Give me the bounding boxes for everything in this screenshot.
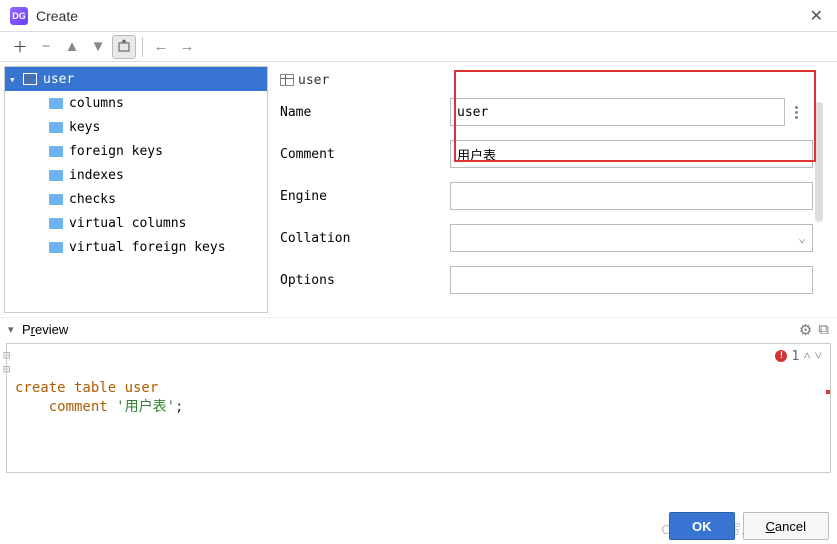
tree-item-virtual-columns[interactable]: virtual columns [5, 211, 267, 235]
folder-icon [49, 98, 63, 109]
tree-item-virtual-foreign-keys[interactable]: virtual foreign keys [5, 235, 267, 259]
label-comment: Comment [280, 147, 450, 162]
tree-item-label: checks [69, 192, 116, 207]
gutter-collapse-icon[interactable]: ⊟⊟ [3, 348, 10, 376]
tree-root-label: user [43, 72, 74, 87]
tree-pane: ▾ user columns keys foreign keys indexes che… [4, 66, 268, 313]
close-icon[interactable]: ✕ [806, 6, 827, 26]
folder-icon [49, 194, 63, 205]
tab-label: user [298, 73, 329, 88]
error-indicator[interactable]: ! 1 ˄ ˅ [775, 348, 822, 364]
table-icon [280, 74, 294, 86]
label-options: Options [280, 273, 450, 288]
titlebar: DG Create ✕ [0, 0, 837, 32]
folder-icon [49, 122, 63, 133]
label-collation: Collation [280, 231, 450, 246]
preview-label[interactable]: Preview [22, 322, 68, 337]
form: Name Comment Engine Collation ⌄ Options [280, 98, 813, 294]
error-count: 1 [791, 349, 799, 364]
footer: OK Cancel [669, 512, 829, 540]
folder-icon [49, 170, 63, 181]
preview-header: ▾ Preview ⚙ ⧉ [0, 317, 837, 341]
tree-item-label: virtual foreign keys [69, 240, 226, 255]
back-button[interactable]: ← [149, 35, 173, 59]
collation-select[interactable]: ⌄ [450, 224, 813, 252]
error-stripe[interactable] [826, 390, 830, 394]
tree-item-checks[interactable]: checks [5, 187, 267, 211]
tree-item-label: virtual columns [69, 216, 186, 231]
tree-item-label: indexes [69, 168, 124, 183]
tree-root-user[interactable]: ▾ user [5, 67, 267, 91]
window-title: Create [36, 8, 806, 24]
scrollbar[interactable] [815, 102, 823, 222]
expand-button[interactable] [112, 35, 136, 59]
up-button[interactable]: ▲ [60, 35, 84, 59]
prev-error-icon[interactable]: ˄ [803, 348, 810, 364]
tree-item-keys[interactable]: keys [5, 115, 267, 139]
down-button[interactable]: ▼ [86, 35, 110, 59]
form-pane: user Name Comment Engine Collation ⌄ Opt… [272, 62, 837, 317]
name-input[interactable] [450, 98, 785, 126]
sql-editor[interactable]: ⊟⊟ create table user comment '用户表'; ! 1 … [6, 343, 831, 473]
tree-item-label: columns [69, 96, 124, 111]
chevron-down-icon: ⌄ [798, 231, 806, 246]
ok-button[interactable]: OK [669, 512, 735, 540]
main-split: ▾ user columns keys foreign keys indexes che… [0, 62, 837, 317]
engine-input[interactable] [450, 182, 813, 210]
forward-button[interactable]: → [175, 35, 199, 59]
add-button[interactable]: ＋ [8, 35, 32, 59]
folder-icon [49, 242, 63, 253]
remove-button[interactable]: − [34, 35, 58, 59]
cancel-button[interactable]: Cancel [743, 512, 829, 540]
tree-item-label: foreign keys [69, 144, 163, 159]
label-name: Name [280, 105, 450, 120]
popout-icon[interactable]: ⧉ [818, 321, 829, 339]
gear-icon[interactable]: ⚙ [799, 321, 812, 339]
table-icon [23, 73, 37, 85]
tree-item-label: keys [69, 120, 100, 135]
error-icon: ! [775, 350, 787, 362]
comment-input[interactable] [450, 140, 813, 168]
next-error-icon[interactable]: ˅ [815, 348, 822, 364]
folder-icon [49, 218, 63, 229]
folder-icon [49, 146, 63, 157]
options-input[interactable] [450, 266, 813, 294]
toolbar: ＋ − ▲ ▼ ← → [0, 32, 837, 62]
app-icon: DG [10, 7, 28, 25]
tab-header: user [280, 68, 813, 92]
tree-item-indexes[interactable]: indexes [5, 163, 267, 187]
tree-item-columns[interactable]: columns [5, 91, 267, 115]
label-engine: Engine [280, 189, 450, 204]
chevron-down-icon[interactable]: ▾ [8, 323, 22, 336]
separator [142, 37, 143, 57]
tree-item-foreign-keys[interactable]: foreign keys [5, 139, 267, 163]
chevron-down-icon[interactable]: ▾ [9, 73, 23, 86]
kebab-icon[interactable] [785, 100, 807, 124]
